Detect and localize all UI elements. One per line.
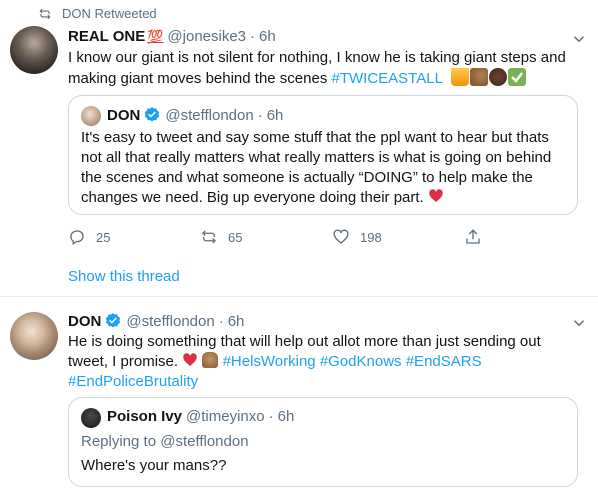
quoted-header: DON @stefflondon · 6h (107, 106, 284, 124)
folded-hands-emoji-icon (202, 352, 219, 368)
chevron-down-icon[interactable] (570, 314, 588, 332)
retweet-icon (39, 8, 51, 19)
timestamp[interactable]: 6h (228, 313, 245, 330)
tweet-text: I know our giant is not silent for nothi… (68, 48, 578, 89)
emoji-row (450, 68, 526, 86)
separator-dot: · (250, 28, 256, 45)
retweet-icon (202, 230, 216, 244)
heart-icon (333, 229, 349, 244)
quoted-avatar (81, 106, 101, 126)
reply-icon (70, 230, 84, 246)
quoted-text: Where's your mans?? (81, 457, 227, 474)
quoted-timestamp: 6h (266, 106, 284, 124)
hashtag-link[interactable]: #EndSARS (406, 353, 482, 370)
share-button[interactable] (464, 228, 482, 246)
quoted-handle: @stefflondon (165, 106, 254, 124)
replying-to-label: Replying to @stefflondon (81, 433, 249, 450)
retweeted-by-label: DON Retweeted (62, 6, 157, 21)
avatar[interactable] (10, 26, 58, 74)
retweet-button[interactable]: 65 (200, 228, 332, 246)
author-handle[interactable]: @stefflondon (126, 313, 214, 330)
tweet-text-line: I know our giant is not silent for nothi… (68, 49, 566, 66)
verified-badge-icon (106, 313, 121, 328)
flexed-bicep-emoji-icon (469, 68, 488, 86)
hashtag-link[interactable]: #GodKnows (320, 353, 402, 370)
retweet-context: DON Retweeted (38, 6, 157, 21)
author-name[interactable]: REAL ONE (68, 28, 145, 45)
like-button[interactable]: 198 (332, 228, 464, 246)
hundred-emoji: 💯 (147, 28, 164, 44)
red-heart-emoji-icon (429, 189, 443, 202)
quoted-author-name: Poison Ivy (107, 408, 183, 425)
tweet-text: He is doing something that will help out… (68, 333, 541, 390)
reply-count: 25 (96, 229, 111, 245)
quoted-text: It's easy to tweet and say some stuff th… (81, 129, 552, 206)
action-bar: 25 65 198 (68, 228, 482, 246)
verified-badge-icon (145, 107, 160, 122)
quoted-avatar (81, 408, 101, 428)
hashtag-link[interactable]: #HelsWorking (223, 353, 316, 370)
retweet-count: 65 (228, 229, 243, 245)
timestamp[interactable]: 6h (259, 28, 276, 45)
quoted-timestamp: 6h (277, 408, 295, 425)
like-count: 198 (360, 229, 382, 245)
red-heart-emoji-icon (183, 353, 197, 366)
tweet-text-line: making giant moves behind the scenes #TW… (68, 68, 578, 89)
share-icon (466, 229, 480, 244)
tweet-header: REAL ONE 💯 @jonesike3 · 6h (68, 28, 276, 45)
author-handle[interactable]: @jonesike3 (167, 28, 246, 45)
check-mark-emoji-icon (507, 68, 526, 86)
chevron-down-icon[interactable] (570, 30, 588, 48)
tweet-header: DON @stefflondon · 6h (68, 312, 245, 330)
hashtag-link[interactable]: #EndPoliceBrutality (68, 373, 198, 390)
tweet-card[interactable]: DON @stefflondon · 6h He is doing someth… (0, 297, 598, 498)
quoted-tweet[interactable]: Poison Ivy @timeyinxo · 6h Replying to @… (68, 397, 578, 487)
quoted-author-name: DON (107, 106, 141, 124)
raised-fist-emoji-icon (488, 68, 507, 86)
hashtag-link[interactable]: #TWICEASTALL (332, 70, 443, 87)
quoted-handle: @timeyinxo (186, 408, 265, 425)
author-name[interactable]: DON (68, 313, 101, 330)
tweet-card[interactable]: DON Retweeted REAL ONE 💯 @jonesike3 · 6h… (0, 0, 598, 297)
quoted-header: Poison Ivy @timeyinxo · 6h (107, 408, 295, 425)
show-thread-link[interactable]: Show this thread (68, 268, 180, 285)
reply-button[interactable]: 25 (68, 228, 200, 246)
crown-emoji-icon (450, 68, 469, 86)
quoted-tweet[interactable]: DON @stefflondon · 6h It's easy to tweet… (68, 95, 578, 215)
avatar[interactable] (10, 312, 58, 360)
